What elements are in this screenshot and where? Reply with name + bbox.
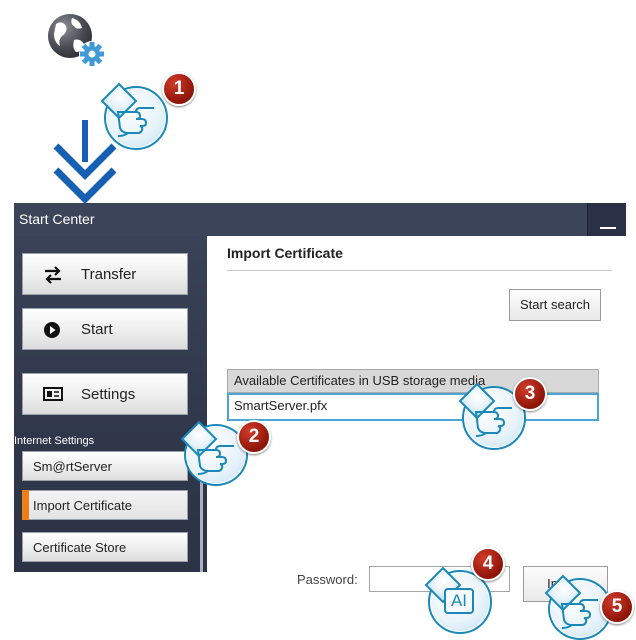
- step-5-badge: 5: [600, 590, 634, 624]
- transfer-arrows-icon: [45, 266, 61, 284]
- start-center-app-icon[interactable]: [44, 10, 114, 76]
- settings-label: Settings: [81, 386, 136, 403]
- hand-pointer-icon: [116, 107, 154, 137]
- settings-panel-icon: [43, 387, 63, 401]
- start-search-button[interactable]: Start search: [509, 289, 601, 321]
- smartserver-button[interactable]: Sm@rtServer: [22, 451, 188, 481]
- transfer-button[interactable]: Transfer: [22, 253, 188, 295]
- start-button[interactable]: Start: [22, 308, 188, 350]
- page-title: Import Certificate: [227, 245, 343, 261]
- hand-pointer-icon: [474, 407, 512, 437]
- transfer-label: Transfer: [81, 266, 137, 283]
- play-icon: [44, 322, 60, 338]
- internet-settings-heading: Internet Settings: [14, 435, 95, 447]
- step-1-badge: 1: [162, 72, 196, 106]
- step-4-badge: 4: [471, 547, 505, 581]
- password-label: Password:: [297, 572, 358, 587]
- double-down-arrow-icon: [53, 120, 117, 204]
- step-2-badge: 2: [237, 420, 271, 454]
- settings-button[interactable]: Settings: [22, 373, 188, 415]
- window-title: Start Center: [19, 211, 95, 227]
- import-certificate-panel: Import Certificate Start search Availabl…: [207, 236, 626, 602]
- hand-pointer-icon: [196, 445, 234, 475]
- title-bar: Start Center: [14, 203, 626, 236]
- globe-gear-icon: [48, 14, 105, 67]
- start-label: Start: [81, 321, 113, 338]
- title-divider: [227, 270, 612, 271]
- import-certificate-nav-button[interactable]: Import Certificate: [22, 490, 188, 520]
- smartserver-label: Sm@rtServer: [33, 459, 112, 474]
- text-entry-icon: AI: [444, 588, 474, 614]
- import-certificate-nav-label: Import Certificate: [33, 498, 132, 513]
- hand-pointer-icon: [560, 599, 598, 629]
- step-3-badge: 3: [513, 377, 547, 411]
- minimize-button[interactable]: [587, 203, 626, 236]
- certificate-store-label: Certificate Store: [33, 540, 127, 555]
- sidebar: Transfer Start Settings Internet Setting…: [14, 236, 207, 572]
- certificate-store-button[interactable]: Certificate Store: [22, 532, 188, 562]
